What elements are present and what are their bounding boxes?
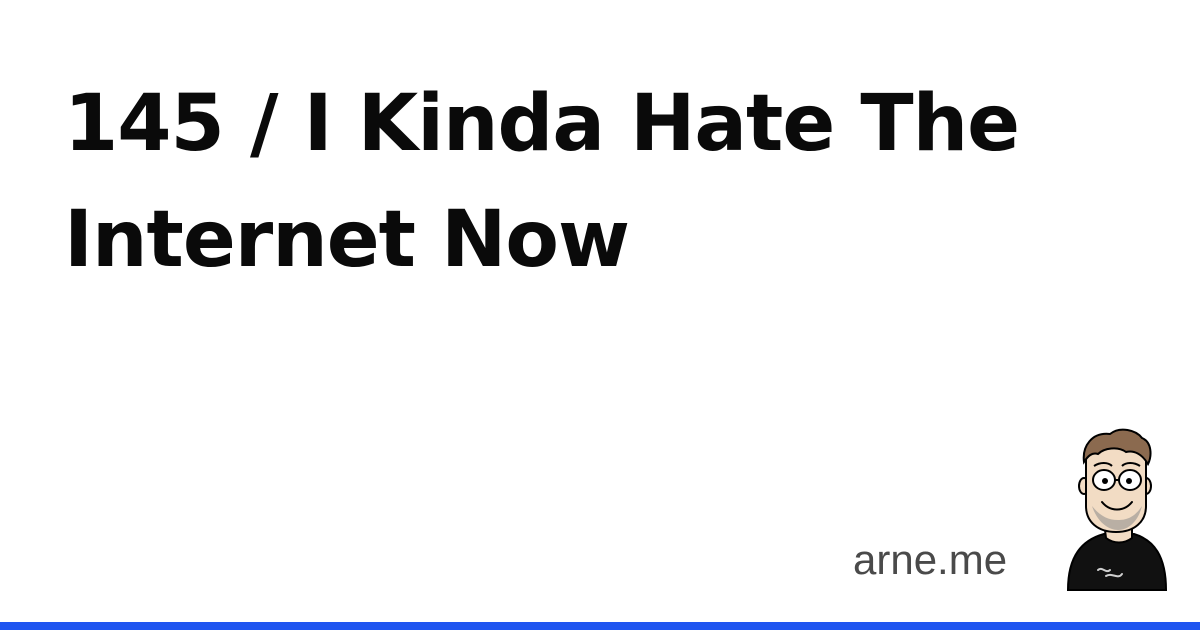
social-card: 145 / I Kinda Hate The Internet Now arne… bbox=[0, 0, 1200, 630]
post-title: 145 / I Kinda Hate The Internet Now bbox=[64, 79, 1020, 285]
site-domain: arne.me bbox=[853, 536, 1008, 583]
cartoon-avatar-icon bbox=[1066, 428, 1168, 591]
accent-bar bbox=[0, 622, 1200, 630]
